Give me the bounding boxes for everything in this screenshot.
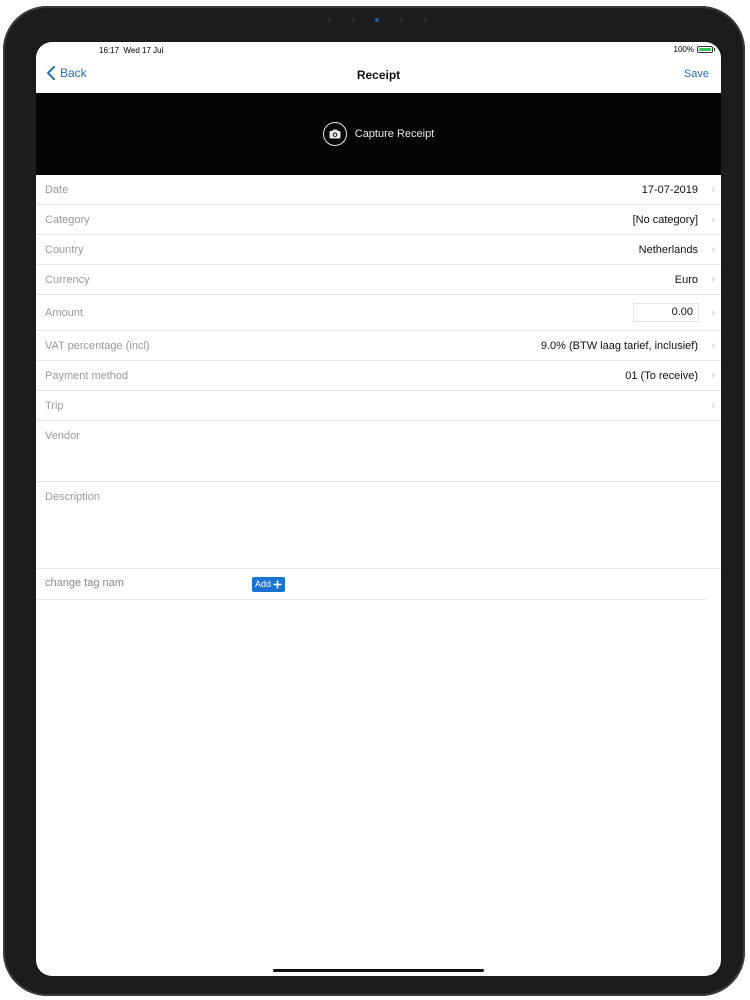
plus-icon	[273, 580, 282, 589]
add-tag-label: Add	[255, 579, 272, 589]
trip-row[interactable]: Trip ›	[36, 391, 721, 421]
description-field[interactable]: Description	[36, 482, 721, 569]
sensor-dot	[327, 18, 331, 22]
navigation-bar: Back Receipt Save	[36, 56, 721, 94]
battery-icon	[697, 46, 715, 53]
home-indicator[interactable]	[273, 969, 484, 972]
country-row[interactable]: Country Netherlands ›	[36, 235, 721, 265]
status-time: 16:17 Wed 17 Jul	[99, 46, 163, 55]
amount-input[interactable]: 0.00	[633, 303, 699, 322]
status-bar: 16:17 Wed 17 Jul 100%	[36, 42, 721, 56]
vat-label: VAT percentage (incl)	[45, 340, 150, 352]
chevron-right-icon: ›	[711, 244, 715, 256]
chevron-right-icon: ›	[711, 340, 715, 352]
screen: 16:17 Wed 17 Jul 100% Back Receipt Save	[36, 42, 721, 976]
tablet-frame: 16:17 Wed 17 Jul 100% Back Receipt Save	[3, 6, 745, 996]
capture-receipt-button[interactable]: Capture Receipt	[322, 122, 435, 146]
chevron-right-icon: ›	[711, 274, 715, 286]
front-camera-dot	[375, 18, 379, 22]
amount-label: Amount	[45, 307, 83, 319]
currency-label: Currency	[45, 274, 90, 286]
add-tag-button[interactable]: Add	[252, 577, 286, 592]
tag-row: change tag nam Add	[36, 569, 707, 600]
chevron-right-icon: ›	[711, 400, 715, 412]
date-text: Wed 17 Jul	[123, 46, 164, 55]
sensor-dot	[399, 18, 403, 22]
time-text: 16:17	[99, 46, 120, 55]
trip-label: Trip	[45, 400, 64, 412]
payment-method-value: 01 (To receive)	[625, 370, 698, 382]
vat-value: 9.0% (BTW laag tarief, inclusief)	[540, 340, 698, 352]
chevron-right-icon: ›	[711, 370, 715, 382]
date-value: 17-07-2019	[641, 184, 698, 196]
tag-label: change tag nam	[45, 577, 124, 589]
chevron-right-icon: ›	[711, 184, 715, 196]
date-row[interactable]: Date 17-07-2019 ›	[36, 175, 721, 205]
vat-row[interactable]: VAT percentage (incl) 9.0% (BTW laag tar…	[36, 331, 721, 361]
category-row[interactable]: Category [No category] ›	[36, 205, 721, 235]
receipt-form: Date 17-07-2019 › Category [No category]…	[36, 175, 721, 600]
battery-percent: 100%	[673, 45, 694, 54]
country-label: Country	[45, 244, 84, 256]
category-label: Category	[45, 214, 90, 226]
payment-method-label: Payment method	[45, 370, 129, 382]
vendor-label: Vendor	[45, 430, 80, 442]
capture-area: Capture Receipt	[36, 93, 721, 175]
page-title: Receipt	[356, 68, 401, 82]
currency-value: Euro	[674, 274, 698, 286]
capture-receipt-label: Capture Receipt	[354, 128, 435, 140]
date-label: Date	[45, 184, 69, 196]
camera-icon	[322, 122, 347, 146]
chevron-right-icon: ›	[711, 307, 715, 319]
sensor-dot	[423, 18, 427, 22]
description-label: Description	[45, 491, 101, 503]
camera-sensor-bar	[323, 16, 433, 26]
country-value: Netherlands	[638, 244, 698, 256]
save-button[interactable]: Save	[684, 68, 709, 80]
sensor-dot	[351, 18, 355, 22]
status-battery: 100%	[673, 45, 715, 54]
chevron-right-icon: ›	[711, 214, 715, 226]
currency-row[interactable]: Currency Euro ›	[36, 265, 721, 295]
category-value: [No category]	[632, 214, 698, 226]
payment-method-row[interactable]: Payment method 01 (To receive) ›	[36, 361, 721, 391]
vendor-field[interactable]: Vendor	[36, 421, 721, 482]
amount-row: Amount 0.00 ›	[36, 295, 721, 331]
